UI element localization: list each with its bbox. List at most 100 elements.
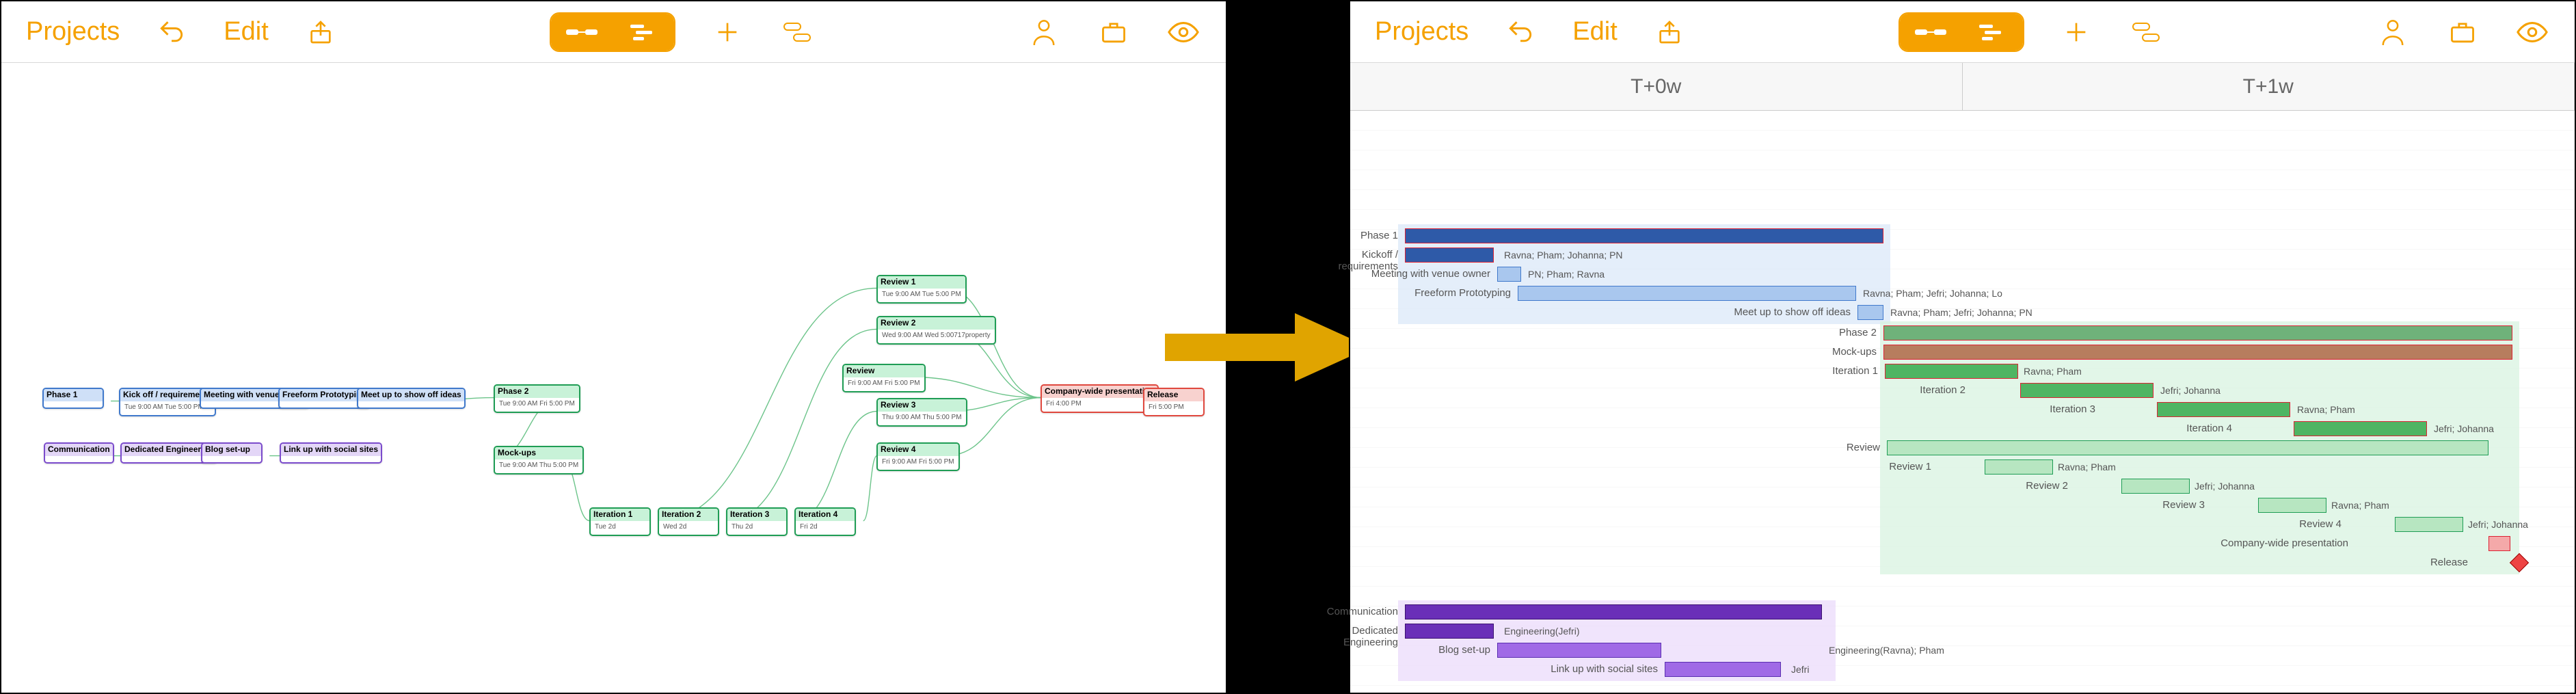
node-it2[interactable]: Iteration 2Wed 2d xyxy=(658,507,719,536)
node-show[interactable]: Meet up to show off ideas xyxy=(357,388,466,409)
timeline-col-1: T+1w xyxy=(1963,63,2575,110)
node-soc[interactable]: Link up with social sites xyxy=(280,442,382,464)
briefcase-icon[interactable] xyxy=(1096,14,1131,50)
gantt-row: Release xyxy=(1350,554,2575,572)
gantt-assignee-label: Ravna; Pham; Jefri; Johanna; Lo xyxy=(1863,288,2002,299)
node-it4[interactable]: Iteration 4Fri 2d xyxy=(794,507,856,536)
eye-icon[interactable] xyxy=(1166,14,1201,50)
network-canvas[interactable]: Phase 1Kick off / requirementsTue 9:00 A… xyxy=(1,63,1226,693)
undo-icon[interactable] xyxy=(154,14,189,50)
projects-button[interactable]: Projects xyxy=(1375,17,1468,46)
gantt-bar[interactable] xyxy=(1985,459,2053,475)
gantt-assignee-label: Engineering(Ravna); Pham xyxy=(1829,645,1944,656)
gantt-row-label: Meeting with venue owner xyxy=(1371,268,1490,280)
network-mode-icon[interactable] xyxy=(1900,14,1961,51)
node-blog[interactable]: Blog set-up xyxy=(201,442,263,464)
gantt-row-label: Review 4 xyxy=(2299,518,2342,530)
gantt-assignee-label: Jefri; Johanna xyxy=(2434,423,2494,434)
gantt-bar[interactable] xyxy=(1497,643,1661,658)
gantt-row: Review 3 Ravna; Pham xyxy=(1350,496,2575,514)
group-icon[interactable] xyxy=(779,14,815,50)
gantt-bar[interactable] xyxy=(1518,286,1856,301)
gantt-bar[interactable] xyxy=(1405,604,1822,619)
gantt-bar[interactable] xyxy=(1883,325,2512,341)
gantt-bar[interactable] xyxy=(1887,440,2488,455)
node-mock[interactable]: Mock-upsTue 9:00 AM Thu 5:00 PM xyxy=(494,446,584,475)
gantt-row-label: Phase 2 xyxy=(1839,327,1877,338)
add-icon[interactable] xyxy=(710,14,745,50)
toolbar: Projects Edit xyxy=(1350,1,2575,63)
edit-button[interactable]: Edit xyxy=(224,17,268,46)
gantt-bar[interactable] xyxy=(2121,479,2190,494)
gantt-bar[interactable] xyxy=(2294,421,2427,436)
gantt-bar[interactable] xyxy=(2157,402,2290,417)
network-mode-icon[interactable] xyxy=(551,14,613,51)
milestone-icon[interactable] xyxy=(2510,553,2529,572)
gantt-bar[interactable] xyxy=(1405,248,1494,263)
gantt-row-label: Review 1 xyxy=(1889,461,1931,472)
gantt-row: Meet up to show off ideasRavna; Pham; Je… xyxy=(1350,304,2575,321)
gantt-assignee-label: Ravna; Pham; Johanna; PN xyxy=(1504,250,1623,261)
view-mode-toggle[interactable] xyxy=(1899,12,2024,52)
gantt-assignee-label: Ravna; Pham xyxy=(2297,404,2355,415)
gantt-bar[interactable] xyxy=(1665,662,1781,677)
gantt-row-label: Release xyxy=(2430,557,2468,568)
gantt-assignee-label: Ravna; Pham xyxy=(2024,366,2082,377)
gantt-mode-icon[interactable] xyxy=(613,14,674,51)
projects-button[interactable]: Projects xyxy=(26,17,120,46)
undo-icon[interactable] xyxy=(1503,14,1538,50)
node-it3[interactable]: Iteration 3Thu 2d xyxy=(726,507,788,536)
gantt-bar[interactable] xyxy=(1405,228,1883,243)
timeline-header: T+0w T+1w xyxy=(1350,63,2575,111)
gantt-bar[interactable] xyxy=(1857,305,1883,320)
gantt-bar[interactable] xyxy=(2395,517,2463,532)
gantt-bar[interactable] xyxy=(1405,624,1494,639)
gantt-mode-icon[interactable] xyxy=(1961,14,2023,51)
edit-button[interactable]: Edit xyxy=(1572,17,1617,46)
gantt-row-label: Iteration 2 xyxy=(1920,384,1965,396)
gantt-assignee-label: Jefri; Johanna xyxy=(2195,481,2255,492)
gantt-row: Blog set-upEngineering(Ravna); Pham xyxy=(1350,641,2575,659)
node-rev4[interactable]: Review 4Fri 9:00 AM Fri 5:00 PM xyxy=(876,442,960,471)
node-phase1[interactable]: Phase 1 xyxy=(42,388,104,409)
node-phase2[interactable]: Phase 2Tue 9:00 AM Fri 5:00 PM xyxy=(494,384,580,413)
gantt-bar[interactable] xyxy=(1497,267,1521,282)
gantt-bar[interactable] xyxy=(2020,383,2154,398)
timeline-col-0: T+0w xyxy=(1350,63,1963,110)
gantt-row: Iteration 1Ravna; Pham xyxy=(1350,362,2575,380)
gantt-bar[interactable] xyxy=(2488,536,2510,551)
node-comm[interactable]: Communication xyxy=(44,442,114,464)
eye-icon[interactable] xyxy=(2514,14,2550,50)
node-rev3[interactable]: Review 3Thu 9:00 AM Thu 5:00 PM xyxy=(876,398,967,427)
briefcase-icon[interactable] xyxy=(2445,14,2480,50)
group-icon[interactable] xyxy=(2128,14,2164,50)
share-icon[interactable] xyxy=(1652,14,1687,50)
node-rel[interactable]: ReleaseFri 5:00 PM xyxy=(1143,388,1205,416)
gantt-row-label: Review 3 xyxy=(2162,499,2205,511)
gantt-row-label: Phase 1 xyxy=(1360,230,1398,241)
gantt-row: Iteration 3Ravna; Pham xyxy=(1350,401,2575,418)
share-icon[interactable] xyxy=(303,14,338,50)
gantt-bar[interactable] xyxy=(1883,345,2512,360)
gantt-row-label: Mock-ups xyxy=(1832,346,1877,358)
gantt-row-label: Review xyxy=(1847,442,1880,453)
node-rev[interactable]: ReviewFri 9:00 AM Fri 5:00 PM xyxy=(842,364,926,392)
gantt-row-label: Company-wide presentation xyxy=(2221,537,2348,549)
gantt-row: Company-wide presentation xyxy=(1350,535,2575,552)
node-it1[interactable]: Iteration 1Tue 2d xyxy=(589,507,651,536)
node-rev2[interactable]: Review 2Wed 9:00 AM Wed 5:00717property xyxy=(876,316,996,345)
add-icon[interactable] xyxy=(2058,14,2094,50)
person-icon[interactable] xyxy=(2375,14,2411,50)
gantt-bar[interactable] xyxy=(1885,364,2018,379)
gantt-row: Freeform PrototypingRavna; Pham; Jefri; … xyxy=(1350,284,2575,302)
gantt-canvas[interactable]: Phase 1Kickoff / requirementsRavna; Pham… xyxy=(1350,111,2575,693)
gantt-assignee-label: Engineering(Jefri) xyxy=(1504,626,1580,637)
person-icon[interactable] xyxy=(1026,14,1062,50)
transition-arrow-gap xyxy=(1227,0,1349,694)
view-mode-toggle[interactable] xyxy=(550,12,675,52)
gantt-row: Link up with social sitesJefri xyxy=(1350,660,2575,678)
node-rev1[interactable]: Review 1Tue 9:00 AM Tue 5:00 PM xyxy=(876,275,967,304)
node-comp[interactable]: Company-wide presentationFri 4:00 PM xyxy=(1041,384,1159,413)
gantt-bar[interactable] xyxy=(2258,498,2326,513)
gantt-assignee-label: Ravna; Pham xyxy=(2331,500,2389,511)
